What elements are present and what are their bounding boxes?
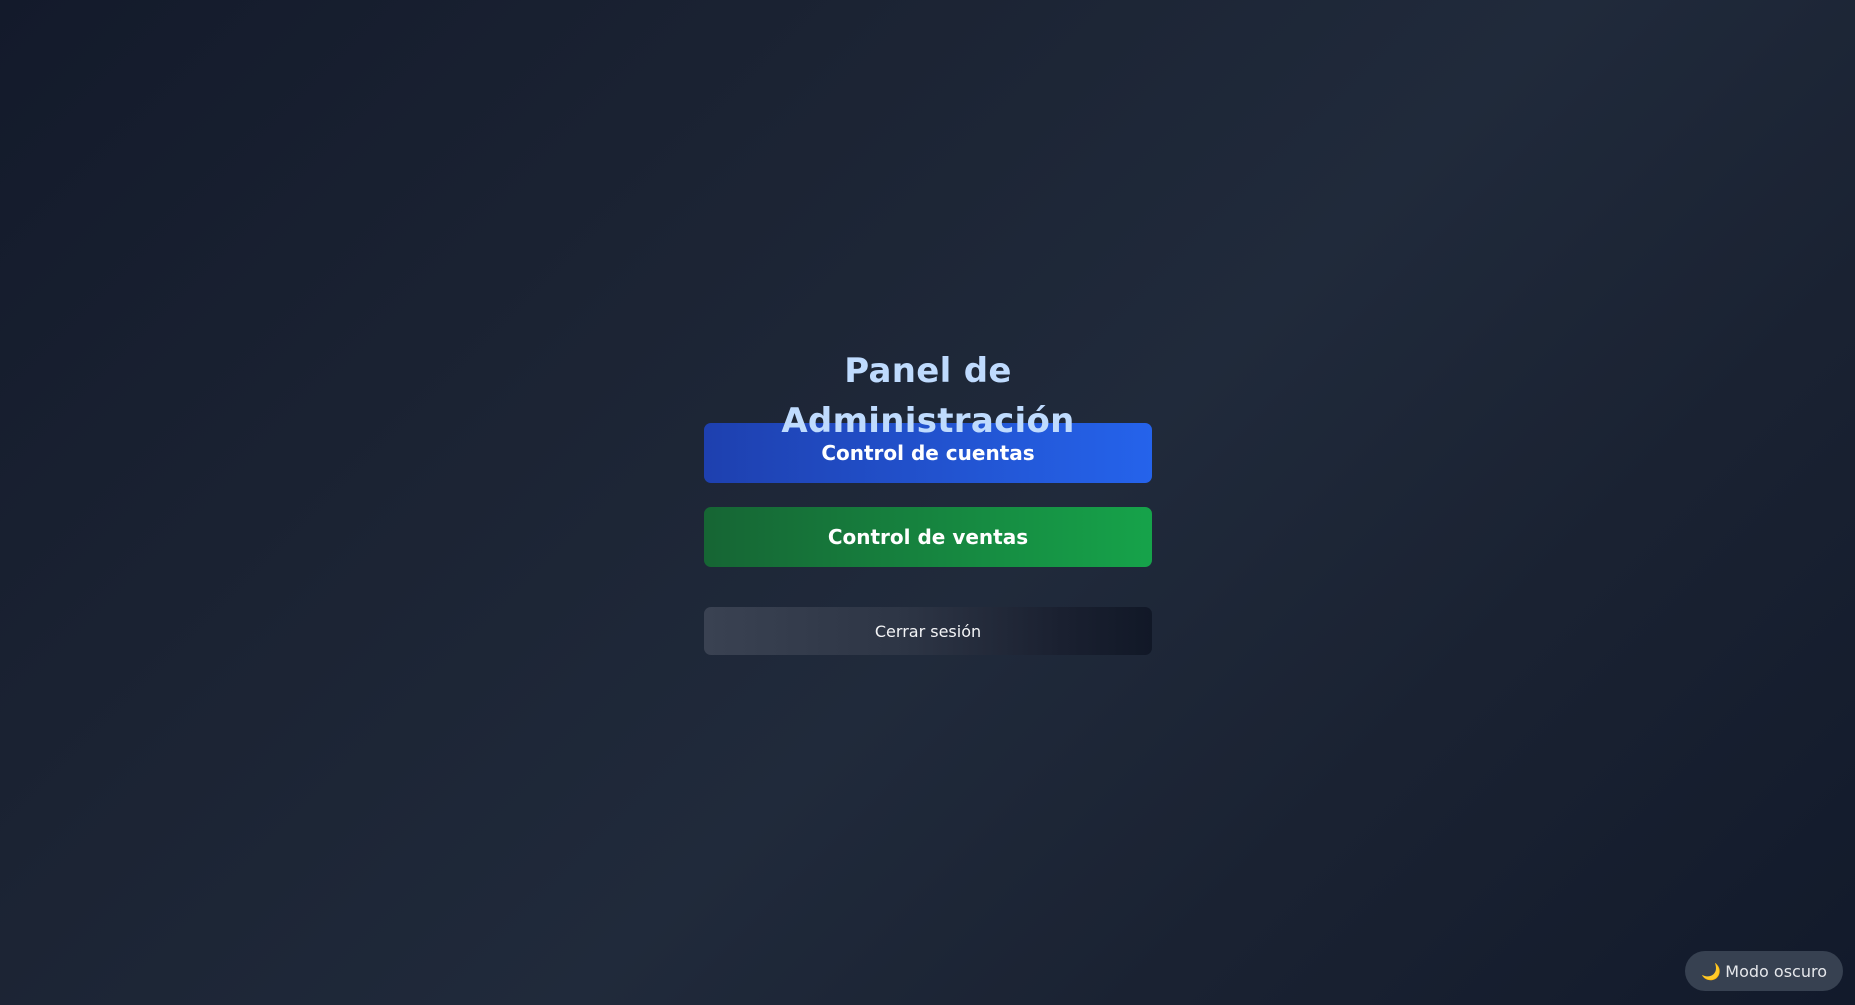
sales-control-button[interactable]: Control de ventas xyxy=(704,507,1152,567)
logout-button[interactable]: Cerrar sesión xyxy=(704,607,1152,655)
admin-panel: Panel de Administración Control de cuent… xyxy=(704,346,1152,655)
moon-icon: 🌙 xyxy=(1701,961,1722,981)
page-title: Panel de Administración xyxy=(781,351,1075,441)
dark-mode-toggle[interactable]: 🌙 Modo oscuro xyxy=(1685,951,1843,991)
dark-mode-label: Modo oscuro xyxy=(1725,961,1827,981)
